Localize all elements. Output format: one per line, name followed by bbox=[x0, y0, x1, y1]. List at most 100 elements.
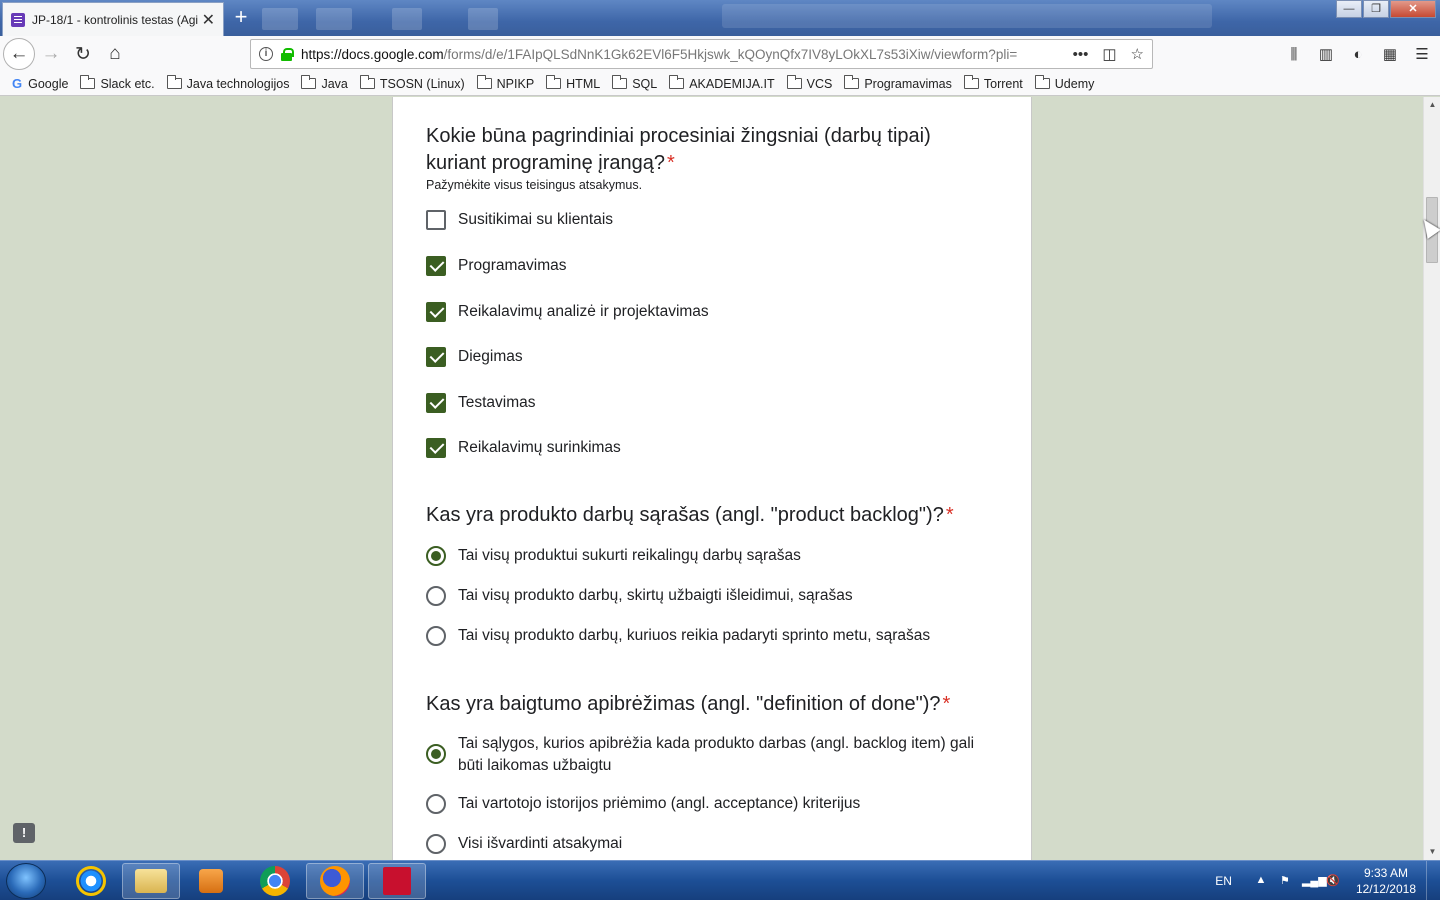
show-hidden-icons-icon[interactable]: ▲ bbox=[1254, 874, 1268, 888]
menu-icon[interactable]: ☰ bbox=[1412, 45, 1432, 63]
minimize-button[interactable]: — bbox=[1336, 0, 1362, 18]
firefox-icon bbox=[320, 866, 350, 896]
required-asterisk: * bbox=[942, 693, 951, 715]
checkbox-option[interactable]: Reikalavimų surinkimas bbox=[426, 437, 621, 459]
address-bar[interactable]: i https://docs.google.com/forms/d/e/1FAI… bbox=[250, 39, 1153, 69]
folder-icon bbox=[612, 75, 628, 89]
checkbox-checked[interactable] bbox=[426, 302, 446, 322]
bookmark-folder[interactable]: NPIKP bbox=[476, 75, 534, 91]
question-title: Kokie būna pagrindiniai procesiniai žing… bbox=[426, 125, 931, 174]
browser-tab-active[interactable]: JP-18/1 - kontrolinis testas (Agi ✕ bbox=[2, 2, 224, 36]
folder-icon bbox=[301, 75, 317, 89]
folder-icon bbox=[669, 75, 685, 89]
question-title: Kas yra produkto darbų sąrašas (angl. "p… bbox=[426, 504, 954, 526]
bookmark-folder[interactable]: Java technologijos bbox=[166, 75, 289, 91]
taskbar-firefox[interactable] bbox=[306, 863, 364, 899]
internet-explorer-icon bbox=[76, 866, 106, 896]
url-text[interactable]: https://docs.google.com/forms/d/e/1FAIpQ… bbox=[301, 47, 1041, 62]
extension-icon[interactable]: ◐ bbox=[1348, 46, 1368, 63]
window-controls: — ❐ ✕ bbox=[1335, 0, 1436, 18]
bookmark-folder[interactable]: VCS bbox=[786, 75, 832, 91]
checkbox-option[interactable]: Reikalavimų analizė ir projektavimas bbox=[426, 301, 709, 323]
radio-option[interactable]: Tai visų produktui sukurti reikalingų da… bbox=[426, 545, 801, 567]
checkbox-checked[interactable] bbox=[426, 438, 446, 458]
scroll-up-arrow-icon[interactable]: ▲ bbox=[1424, 97, 1440, 113]
sidebar-icon[interactable]: ▥ bbox=[1316, 45, 1336, 63]
radio-button[interactable] bbox=[426, 586, 446, 606]
language-indicator[interactable]: EN bbox=[1215, 874, 1232, 888]
checkbox-option[interactable]: Diegimas bbox=[426, 346, 523, 368]
start-button[interactable] bbox=[6, 863, 46, 899]
tab-close-icon[interactable]: ✕ bbox=[202, 10, 215, 30]
bookmark-folder[interactable]: HTML bbox=[546, 75, 600, 91]
folder-icon bbox=[786, 75, 802, 89]
library-icon[interactable]: ⫼ bbox=[1284, 46, 1304, 63]
form-card: Kokie būna pagrindiniai procesiniai žing… bbox=[392, 97, 1032, 860]
bookmark-folder[interactable]: Torrent bbox=[963, 75, 1023, 91]
radio-button[interactable] bbox=[426, 834, 446, 854]
checkbox-option[interactable]: Testavimas bbox=[426, 392, 536, 414]
radio-button-selected[interactable] bbox=[426, 546, 446, 566]
feedback-icon[interactable]: ! bbox=[13, 823, 35, 843]
addon-icon[interactable]: ▦ bbox=[1380, 45, 1400, 63]
folder-icon bbox=[359, 75, 375, 89]
network-icon[interactable]: ▂▄▆ bbox=[1302, 874, 1327, 888]
checkbox-checked[interactable] bbox=[426, 393, 446, 413]
checkbox-option[interactable]: Susitikimai su klientais bbox=[426, 209, 613, 231]
radio-option[interactable]: Tai sąlygos, kurios apibrėžia kada produ… bbox=[426, 733, 986, 777]
taskbar-acrobat[interactable] bbox=[368, 863, 426, 899]
taskbar-internet-explorer[interactable] bbox=[62, 863, 120, 899]
radio-option[interactable]: Tai visų produkto darbų, kuriuos reikia … bbox=[426, 625, 930, 647]
folder-icon bbox=[135, 869, 167, 893]
radio-option[interactable]: Visi išvardinti atsakymai bbox=[426, 833, 622, 855]
pocket-icon[interactable]: ◫ bbox=[1102, 45, 1116, 63]
folder-icon bbox=[963, 75, 979, 89]
forward-arrow-icon[interactable]: → bbox=[35, 38, 67, 70]
back-arrow-icon[interactable]: ← bbox=[3, 38, 35, 70]
google-forms-favicon-icon bbox=[11, 12, 25, 27]
vertical-scrollbar[interactable]: ▲ ▼ bbox=[1423, 97, 1440, 860]
new-tab-button[interactable]: + bbox=[230, 3, 252, 31]
bookmark-folder[interactable]: TSOSN (Linux) bbox=[359, 75, 465, 91]
radio-button[interactable] bbox=[426, 626, 446, 646]
window-close-button[interactable]: ✕ bbox=[1390, 0, 1436, 18]
page-actions-icon[interactable]: ••• bbox=[1073, 46, 1089, 63]
folder-icon bbox=[80, 75, 96, 89]
bookmark-star-icon[interactable]: ☆ bbox=[1131, 45, 1144, 63]
taskbar-file-explorer[interactable] bbox=[122, 863, 180, 899]
background-window-icon bbox=[316, 8, 352, 30]
maximize-button[interactable]: ❐ bbox=[1363, 0, 1389, 18]
taskbar-media-player[interactable] bbox=[182, 863, 240, 899]
radio-button-selected[interactable] bbox=[426, 744, 446, 764]
bookmark-folder[interactable]: SQL bbox=[612, 75, 657, 91]
checkbox-checked[interactable] bbox=[426, 256, 446, 276]
scroll-down-arrow-icon[interactable]: ▼ bbox=[1424, 844, 1440, 860]
radio-button[interactable] bbox=[426, 794, 446, 814]
required-asterisk: * bbox=[667, 152, 675, 174]
radio-option[interactable]: Tai visų produkto darbų, skirtų užbaigti… bbox=[426, 585, 853, 607]
show-desktop-button[interactable] bbox=[1426, 861, 1440, 900]
home-icon[interactable]: ⌂ bbox=[99, 38, 131, 70]
taskbar-chrome[interactable] bbox=[246, 863, 304, 899]
reload-icon[interactable]: ↻ bbox=[67, 38, 99, 70]
folder-icon bbox=[166, 75, 182, 89]
bookmark-folder[interactable]: Udemy bbox=[1034, 75, 1094, 91]
info-icon[interactable]: i bbox=[259, 47, 273, 61]
checkbox-checked[interactable] bbox=[426, 347, 446, 367]
folder-icon bbox=[1034, 75, 1050, 89]
bookmark-google[interactable]: G Google bbox=[12, 76, 68, 91]
checkbox-option[interactable]: Programavimas bbox=[426, 255, 567, 277]
bookmark-folder[interactable]: Java bbox=[301, 75, 348, 91]
bookmark-folder[interactable]: Slack etc. bbox=[80, 75, 155, 91]
checkbox[interactable] bbox=[426, 210, 446, 230]
radio-option[interactable]: Tai vartotojo istorijos priėmimo (angl. … bbox=[426, 793, 860, 815]
window-titlebar: JP-18/1 - kontrolinis testas (Agi ✕ + — … bbox=[0, 0, 1440, 36]
background-window-icon bbox=[468, 8, 498, 30]
volume-muted-icon[interactable]: 🔇 bbox=[1326, 874, 1340, 888]
system-clock[interactable]: 9:33 AM 12/12/2018 bbox=[1356, 865, 1416, 897]
lock-icon[interactable] bbox=[281, 47, 294, 61]
bookmark-folder[interactable]: Programavimas bbox=[844, 75, 952, 91]
action-center-flag-icon[interactable]: ⚑ bbox=[1278, 874, 1292, 888]
question-hint: Pažymėkite visus teisingus atsakymus. bbox=[426, 178, 643, 192]
bookmark-folder[interactable]: AKADEMIJA.IT bbox=[669, 75, 775, 91]
